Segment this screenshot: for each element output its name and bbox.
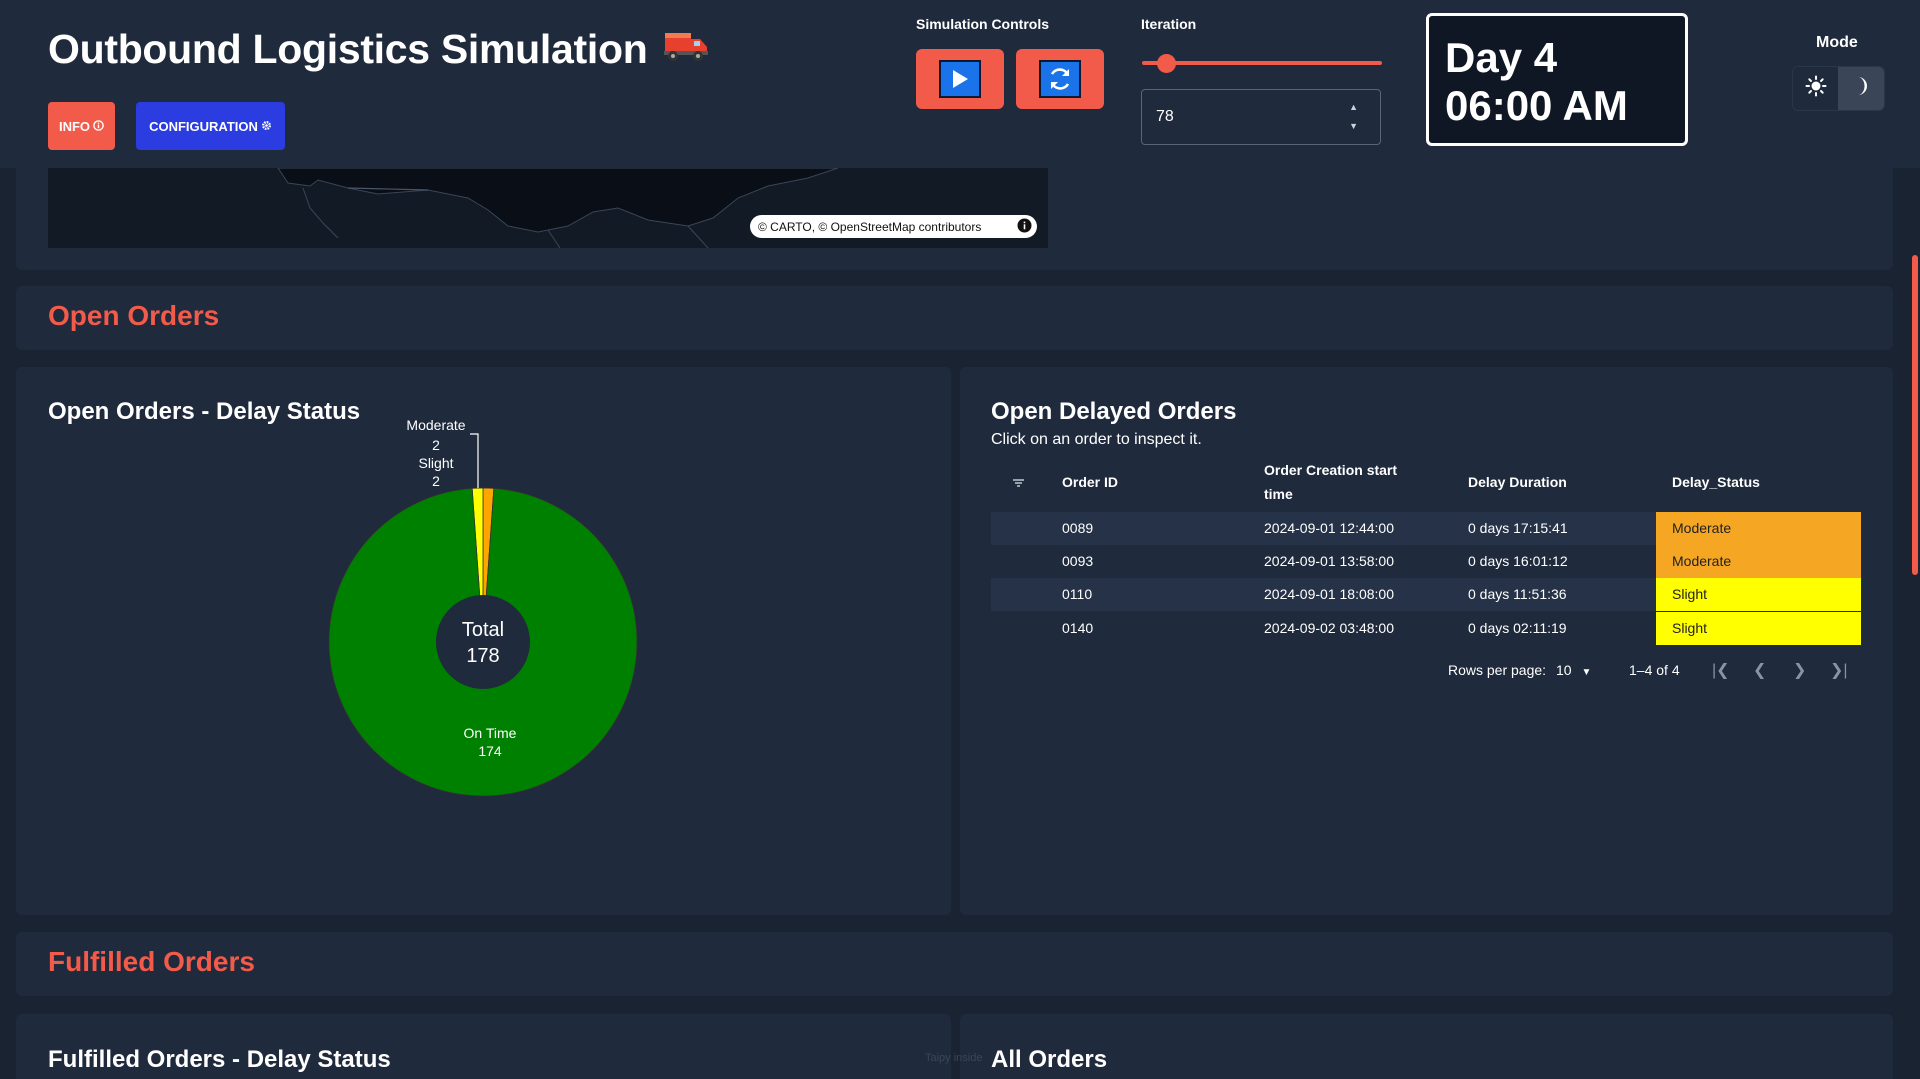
sun-icon <box>1805 75 1827 102</box>
mode-toggle[interactable] <box>1792 66 1885 111</box>
first-page-icon[interactable]: |❮ <box>1712 660 1730 680</box>
app-title: Outbound Logistics Simulation <box>48 26 709 73</box>
fulfilled-orders-section <box>16 932 1893 996</box>
delay-duration-cell: 0 days 02:11:19 <box>1468 620 1567 636</box>
pie-value-slight: 2 <box>432 473 440 489</box>
delay-status-cell: Moderate <box>1656 545 1861 578</box>
pie-center-hole <box>436 595 530 689</box>
creation-time-cell: 2024-09-01 12:44:00 <box>1264 520 1394 536</box>
truck-icon <box>663 26 709 73</box>
open-orders-section <box>16 286 1893 350</box>
scrollbar-thumb[interactable] <box>1912 255 1918 575</box>
table-row[interactable]: 0089 2024-09-01 12:44:00 0 days 17:15:41… <box>991 512 1861 545</box>
mode-label: Mode <box>1816 34 1858 51</box>
iteration-input-value: 78 <box>1156 108 1174 125</box>
table-row[interactable]: 0110 2024-09-01 18:08:00 0 days 11:51:36… <box>991 578 1861 611</box>
next-page-icon[interactable]: ❯ <box>1793 660 1806 680</box>
pagination-range: 1–4 of 4 <box>1629 662 1680 678</box>
play-icon <box>939 60 981 98</box>
creation-time-cell: 2024-09-01 13:58:00 <box>1264 553 1394 569</box>
creation-time-cell: 2024-09-01 18:08:00 <box>1264 586 1394 602</box>
iteration-stepper[interactable]: ▲ ▼ <box>1349 98 1358 136</box>
info-button[interactable]: INFO <box>48 102 115 150</box>
info-icon <box>93 119 104 134</box>
delay-status-cell: Moderate <box>1656 512 1861 545</box>
dark-mode-button[interactable] <box>1838 67 1884 110</box>
fulfilled-orders-title: Fulfilled Orders <box>48 946 255 977</box>
light-mode-button[interactable] <box>1793 67 1839 110</box>
iteration-slider-thumb[interactable] <box>1157 54 1176 73</box>
simulation-controls-label: Simulation Controls <box>916 16 1049 32</box>
open-orders-title: Open Orders <box>48 300 220 331</box>
rows-per-page-select[interactable]: 10 ▼ <box>1556 662 1591 678</box>
column-header-delay-status[interactable]: Delay_Status <box>1672 470 1760 494</box>
table-row[interactable]: 0140 2024-09-02 03:48:00 0 days 02:11:19… <box>991 612 1861 645</box>
configuration-button[interactable]: CONFIGURATION <box>136 102 285 150</box>
delay-duration-cell: 0 days 17:15:41 <box>1468 520 1568 536</box>
order-id-cell: 0089 <box>1062 520 1094 536</box>
filter-icon[interactable] <box>1012 476 1025 494</box>
table-row[interactable]: 0093 2024-09-01 13:58:00 0 days 16:01:12… <box>991 545 1861 578</box>
rows-per-page-value: 10 <box>1556 662 1572 678</box>
caret-down-icon: ▼ <box>1581 667 1592 678</box>
info-icon[interactable] <box>1017 218 1032 236</box>
refresh-icon <box>1039 60 1081 98</box>
fulfilled-orders-chart-title: Fulfilled Orders - Delay Status <box>48 1046 391 1073</box>
app-header: Outbound Logistics Simulation INFO CONFI… <box>0 0 1920 168</box>
play-button[interactable] <box>916 49 1004 109</box>
info-button-label: INFO <box>58 118 91 134</box>
iteration-slider[interactable] <box>1142 61 1382 65</box>
iteration-input[interactable]: 78 ▲ ▼ <box>1141 89 1381 145</box>
pie-leader-line <box>470 433 479 488</box>
reset-button[interactable] <box>1016 49 1104 109</box>
pie-label-slight: Slight <box>418 455 453 471</box>
column-header-creation-time[interactable]: Order Creation start time <box>1264 458 1414 506</box>
table-subtitle: Click on an order to inspect it. <box>991 431 1202 448</box>
column-header-delay-duration[interactable]: Delay Duration <box>1468 470 1567 494</box>
previous-page-icon[interactable]: ❮ <box>1753 660 1766 680</box>
open-delayed-orders-title: Open Delayed Orders <box>991 398 1237 425</box>
simulation-clock: Day 4 06:00 AM <box>1426 13 1688 146</box>
iteration-label: Iteration <box>1141 16 1197 32</box>
delay-duration-cell: 0 days 16:01:12 <box>1468 553 1568 569</box>
chevron-down-icon[interactable]: ▼ <box>1349 117 1358 136</box>
order-id-cell: 0093 <box>1062 553 1094 569</box>
rows-per-page-label: Rows per page: <box>1448 662 1547 678</box>
gear-icon <box>261 119 272 134</box>
moon-icon <box>1851 75 1871 102</box>
pie-center-label: Total <box>462 619 504 641</box>
all-orders-title: All Orders <box>991 1046 1108 1073</box>
taipy-watermark: Taipy inside <box>925 1052 983 1064</box>
time-label: 06:00 AM <box>1445 82 1628 129</box>
delay-status-pie-chart[interactable]: Total 178 Moderate 2 Slight 2 On Time 174 <box>300 420 680 810</box>
pie-value-moderate: 2 <box>432 437 440 453</box>
configuration-button-label: CONFIGURATION <box>149 118 258 134</box>
pie-label-moderate: Moderate <box>406 420 465 433</box>
delay-status-cell: Slight <box>1656 578 1861 611</box>
chevron-up-icon[interactable]: ▲ <box>1349 98 1358 117</box>
map-attribution-text: © CARTO, © OpenStreetMap contributors <box>758 219 982 234</box>
order-id-cell: 0110 <box>1062 586 1093 602</box>
day-label: Day 4 <box>1445 34 1558 81</box>
pie-value-on-time: 174 <box>478 743 502 759</box>
creation-time-cell: 2024-09-02 03:48:00 <box>1264 620 1394 636</box>
last-page-icon[interactable]: ❯| <box>1830 660 1848 680</box>
pie-center-value: 178 <box>466 645 499 667</box>
column-header-order-id[interactable]: Order ID <box>1062 470 1118 494</box>
pie-label-on-time: On Time <box>464 725 517 741</box>
delay-status-cell: Slight <box>1656 612 1861 645</box>
app-title-text: Outbound Logistics Simulation <box>48 26 648 72</box>
order-id-cell: 0140 <box>1062 620 1094 636</box>
map-attribution: © CARTO, © OpenStreetMap contributors <box>750 215 1037 238</box>
delay-duration-cell: 0 days 11:51:36 <box>1468 586 1567 602</box>
